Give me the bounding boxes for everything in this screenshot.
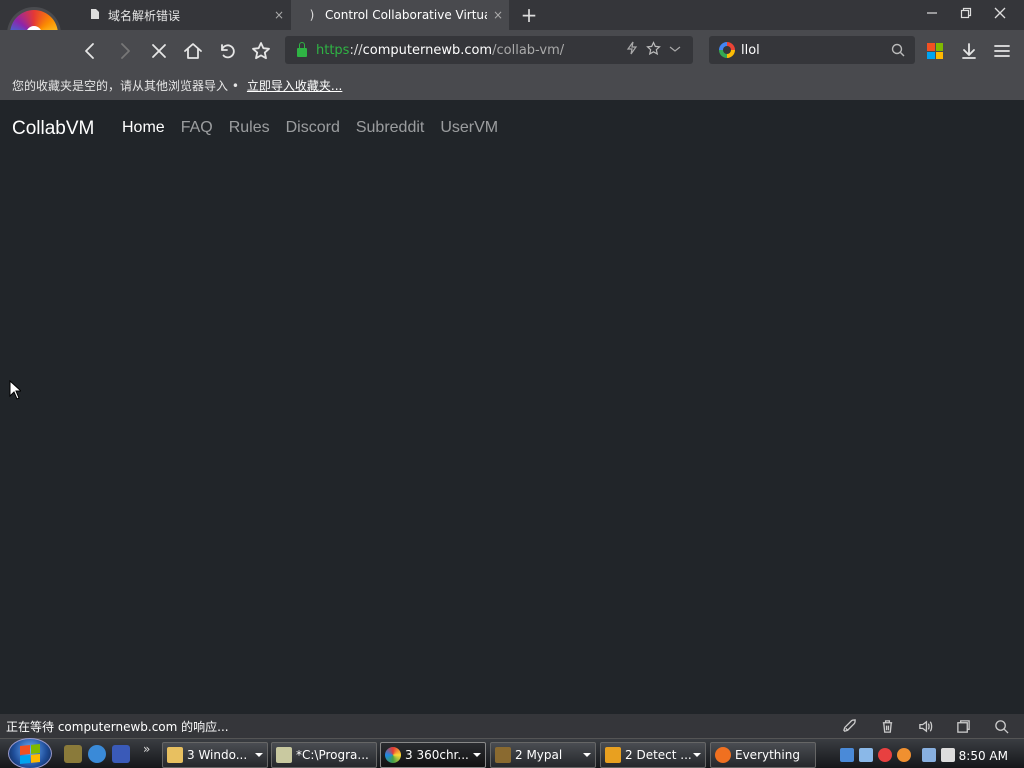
status-bar: 正在等待 computernewb.com 的响应... xyxy=(0,714,1024,738)
quicklaunch-mypal-icon[interactable] xyxy=(64,745,82,763)
search-query[interactable]: llol xyxy=(741,43,760,58)
everything-search-icon xyxy=(715,747,731,763)
home-button[interactable] xyxy=(180,38,206,64)
windows-flag-icon xyxy=(20,743,40,764)
browser-chrome: 域名解析错误 × ) Control Collaborative Virtual… xyxy=(0,0,1024,100)
mypal-icon xyxy=(495,747,511,763)
tab-dns-error[interactable]: 域名解析错误 × xyxy=(74,0,290,30)
nav-uservm[interactable]: UserVM xyxy=(440,119,498,137)
mouse-cursor-icon xyxy=(9,380,21,400)
address-bar[interactable]: https://computernewb.com/collab-vm/ xyxy=(285,36,693,64)
forward-button[interactable] xyxy=(112,38,138,64)
tray-search-icon[interactable] xyxy=(897,748,911,762)
tray-monitor-icon[interactable] xyxy=(922,748,936,762)
quicklaunch-browser-icon[interactable] xyxy=(88,745,106,763)
close-window-button[interactable] xyxy=(985,4,1015,26)
task-notepad[interactable]: *C:\Progra... xyxy=(271,742,377,768)
trash-icon[interactable] xyxy=(878,717,896,735)
tray-app-icon[interactable] xyxy=(840,748,854,762)
zoom-icon[interactable] xyxy=(992,717,1010,735)
search-box[interactable]: llol xyxy=(709,36,915,64)
clock[interactable]: 8:50 AM xyxy=(959,749,1008,763)
task-windows-explorer[interactable]: 3 Windo... xyxy=(162,742,268,768)
window-icon[interactable] xyxy=(954,717,972,735)
import-bookmarks-link[interactable]: 立即导入收藏夹... xyxy=(247,77,342,94)
folder-icon xyxy=(167,747,183,763)
page-content: CollabVM Home FAQ Rules Discord Subreddi… xyxy=(0,100,1024,714)
tray-volume-icon[interactable] xyxy=(941,748,955,762)
browser-toolbar: https://computernewb.com/collab-vm/ llol xyxy=(0,30,1024,70)
document-icon xyxy=(86,8,104,23)
nav-faq[interactable]: FAQ xyxy=(181,119,213,137)
lightning-icon[interactable] xyxy=(626,41,638,59)
nav-home[interactable]: Home xyxy=(122,119,165,137)
chevron-down-icon[interactable] xyxy=(669,42,681,58)
quicklaunch-desktop-icon[interactable] xyxy=(112,745,130,763)
start-button[interactable] xyxy=(8,738,52,768)
quicklaunch-more-icon[interactable]: » xyxy=(143,742,150,756)
rocket-icon[interactable] xyxy=(840,717,858,735)
task-detect[interactable]: 2 Detect ... xyxy=(600,742,706,768)
tab-close-icon[interactable]: × xyxy=(487,8,509,22)
tab-title: Control Collaborative Virtual Machines! xyxy=(325,8,487,22)
system-tray: 8:50 AM xyxy=(834,741,1024,768)
task-mypal[interactable]: 2 Mypal xyxy=(490,742,596,768)
bookmarks-empty-message: 您的收藏夹是空的，请从其他浏览器导入 • xyxy=(12,78,239,93)
nav-rules[interactable]: Rules xyxy=(229,119,270,137)
bookmark-star-icon[interactable] xyxy=(646,40,661,60)
url-text[interactable]: https://computernewb.com/collab-vm/ xyxy=(316,43,564,58)
status-text: 正在等待 computernewb.com 的响应... xyxy=(6,719,229,734)
new-tab-button[interactable]: + xyxy=(518,3,540,27)
undo-closed-tab-button[interactable] xyxy=(214,38,240,64)
speaker-icon[interactable] xyxy=(916,717,934,735)
menu-button[interactable] xyxy=(989,38,1015,64)
tray-network-icon[interactable] xyxy=(859,748,873,762)
nav-discord[interactable]: Discord xyxy=(286,119,340,137)
back-button[interactable] xyxy=(77,38,103,64)
tray-blocked-icon[interactable] xyxy=(878,748,892,762)
task-everything[interactable]: Everything xyxy=(710,742,816,768)
bookmarks-bar: 您的收藏夹是空的，请从其他浏览器导入 • 立即导入收藏夹... xyxy=(0,70,1024,100)
apps-grid-icon[interactable] xyxy=(927,43,943,59)
site-nav: Home FAQ Rules Discord Subreddit UserVM xyxy=(122,119,498,137)
stop-button[interactable] xyxy=(146,38,172,64)
task-360chrome[interactable]: 3 360chr... xyxy=(380,742,486,768)
tab-title: 域名解析错误 xyxy=(108,8,181,23)
nav-subreddit[interactable]: Subreddit xyxy=(356,119,425,137)
site-brand[interactable]: CollabVM xyxy=(12,118,94,140)
search-icon[interactable] xyxy=(891,43,905,57)
minimize-button[interactable] xyxy=(917,4,947,26)
tab-close-icon[interactable]: × xyxy=(268,8,290,22)
detect-icon xyxy=(605,747,621,763)
tab-collabvm[interactable]: ) Control Collaborative Virtual Machines… xyxy=(291,0,509,30)
360chrome-icon xyxy=(385,747,401,763)
favorite-star-button[interactable] xyxy=(248,38,274,64)
loading-spinner-icon: ) xyxy=(309,8,315,22)
secure-lock-icon xyxy=(297,41,307,57)
download-button[interactable] xyxy=(956,38,982,64)
notepad-icon xyxy=(276,747,292,763)
restore-button[interactable] xyxy=(951,4,981,26)
google-icon xyxy=(719,42,735,58)
windows-taskbar: » 3 Windo... *C:\Progra... 3 360chr... 2… xyxy=(0,738,1024,768)
